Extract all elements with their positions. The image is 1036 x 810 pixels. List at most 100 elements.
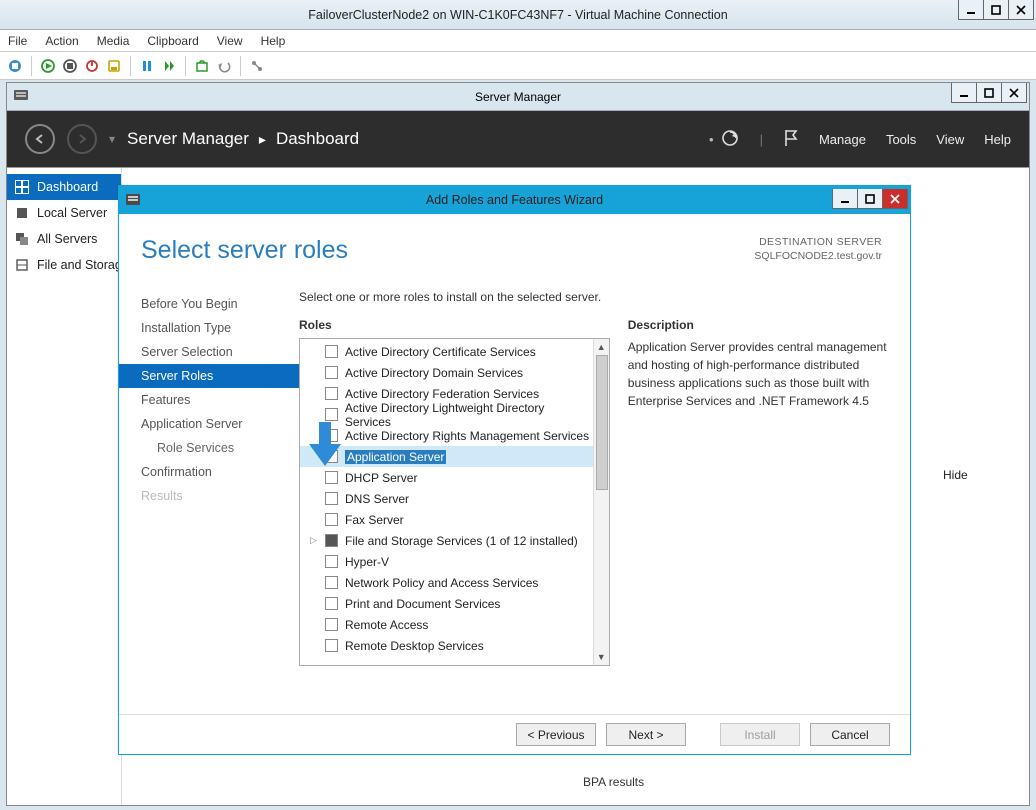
wizard-step[interactable]: Confirmation — [119, 460, 299, 484]
role-row[interactable]: Network Policy and Access Services — [300, 572, 593, 593]
menu-help[interactable]: Help — [261, 34, 286, 48]
breadcrumb-page: Dashboard — [276, 129, 359, 149]
turn-off-icon[interactable] — [61, 57, 79, 75]
destination-label: DESTINATION SERVER — [759, 236, 882, 248]
sidebar-item-file-storage[interactable]: File and Storage Services — [7, 252, 121, 278]
sidebar-item-all-servers[interactable]: All Servers — [7, 226, 121, 252]
menu-action[interactable]: Action — [45, 34, 78, 48]
role-checkbox[interactable] — [325, 387, 338, 400]
role-row[interactable]: Active Directory Domain Services — [300, 362, 593, 383]
role-row[interactable]: Active Directory Certificate Services — [300, 341, 593, 362]
back-button[interactable] — [25, 124, 55, 154]
roles-scrollbar[interactable]: ▲ ▼ — [593, 339, 609, 665]
cancel-button[interactable]: Cancel — [810, 723, 890, 746]
menu-tools[interactable]: Tools — [886, 132, 916, 147]
wizard-step[interactable]: Before You Begin — [119, 292, 299, 316]
minimize-button[interactable] — [958, 0, 984, 20]
server-manager-title: Server Manager — [475, 90, 561, 104]
description-label: Description — [628, 318, 898, 338]
pause-icon[interactable] — [138, 57, 156, 75]
refresh-icon[interactable] — [720, 128, 740, 151]
menu-media[interactable]: Media — [97, 34, 130, 48]
next-button[interactable]: Next > — [606, 723, 686, 746]
start-icon[interactable] — [39, 57, 57, 75]
install-button[interactable]: Install — [720, 723, 800, 746]
menu-clipboard[interactable]: Clipboard — [147, 34, 198, 48]
wizard-maximize-button[interactable] — [857, 189, 883, 209]
role-checkbox[interactable] — [325, 471, 338, 484]
scroll-up-button[interactable]: ▲ — [594, 339, 609, 355]
sidebar-item-label: Dashboard — [37, 180, 98, 194]
flag-icon[interactable] — [783, 128, 799, 151]
role-row[interactable]: Active Directory Lightweight Directory S… — [300, 404, 593, 425]
role-checkbox[interactable] — [325, 597, 338, 610]
sm-close-button[interactable] — [1001, 83, 1027, 103]
expand-caret-icon[interactable]: ▷ — [310, 535, 318, 546]
menu-help-top[interactable]: Help — [984, 132, 1011, 147]
close-button[interactable] — [1008, 0, 1034, 20]
wizard-step[interactable]: Server Roles — [119, 364, 299, 388]
hide-button[interactable]: Hide — [943, 468, 1003, 482]
breadcrumb-app[interactable]: Server Manager — [127, 129, 249, 149]
dropdown-caret-icon[interactable]: ▾ — [109, 132, 115, 146]
role-checkbox[interactable] — [325, 513, 338, 526]
roles-list[interactable]: Active Directory Certificate ServicesAct… — [300, 339, 593, 665]
wizard-titlebar[interactable]: Add Roles and Features Wizard — [119, 186, 910, 214]
role-row[interactable]: Active Directory Rights Management Servi… — [300, 425, 593, 446]
server-manager-titlebar[interactable]: Server Manager — [7, 83, 1029, 111]
role-row[interactable]: Application Server — [300, 446, 593, 467]
role-row[interactable]: DHCP Server — [300, 467, 593, 488]
role-row[interactable]: DNS Server — [300, 488, 593, 509]
menu-view[interactable]: View — [217, 34, 243, 48]
role-row[interactable]: Fax Server — [300, 509, 593, 530]
refresh-dropdown[interactable]: • — [709, 128, 740, 151]
share-icon[interactable] — [248, 57, 266, 75]
scrollbar-track[interactable] — [594, 355, 609, 649]
role-checkbox[interactable] — [325, 639, 338, 652]
shutdown-icon[interactable] — [83, 57, 101, 75]
sidebar-item-dashboard[interactable]: Dashboard — [7, 174, 121, 200]
wizard-title: Add Roles and Features Wizard — [426, 193, 603, 207]
ctrl-alt-del-icon[interactable] — [6, 57, 24, 75]
roles-listbox: Active Directory Certificate ServicesAct… — [299, 338, 610, 666]
reset-icon[interactable] — [160, 57, 178, 75]
role-checkbox[interactable] — [325, 534, 338, 547]
role-row[interactable]: Hyper-V — [300, 551, 593, 572]
wizard-step[interactable]: Installation Type — [119, 316, 299, 340]
menu-file[interactable]: File — [8, 34, 27, 48]
role-checkbox[interactable] — [325, 366, 338, 379]
previous-button[interactable]: < Previous — [516, 723, 596, 746]
wizard-step[interactable]: Features — [119, 388, 299, 412]
role-checkbox[interactable] — [325, 408, 338, 421]
vm-titlebar[interactable]: FailoverClusterNode2 on WIN-C1K0FC43NF7 … — [0, 0, 1036, 30]
role-label: Print and Document Services — [345, 597, 500, 611]
maximize-button[interactable] — [983, 0, 1009, 20]
revert-icon[interactable] — [215, 57, 233, 75]
role-label: Hyper-V — [345, 555, 389, 569]
scrollbar-thumb[interactable] — [596, 355, 608, 490]
sidebar-item-local-server[interactable]: Local Server — [7, 200, 121, 226]
role-checkbox[interactable] — [325, 555, 338, 568]
scroll-down-button[interactable]: ▼ — [594, 649, 609, 665]
role-checkbox[interactable] — [325, 618, 338, 631]
sm-maximize-button[interactable] — [976, 83, 1002, 103]
wizard-step[interactable]: Application Server — [119, 412, 299, 436]
sm-minimize-button[interactable] — [951, 83, 977, 103]
wizard-minimize-button[interactable] — [832, 189, 858, 209]
role-checkbox[interactable] — [325, 492, 338, 505]
menu-view-top[interactable]: View — [936, 132, 964, 147]
forward-button[interactable] — [67, 124, 97, 154]
role-row[interactable]: ▷File and Storage Services (1 of 12 inst… — [300, 530, 593, 551]
role-row[interactable]: Print and Document Services — [300, 593, 593, 614]
role-checkbox[interactable] — [325, 345, 338, 358]
menu-manage[interactable]: Manage — [819, 132, 866, 147]
save-icon[interactable] — [105, 57, 123, 75]
storage-icon — [15, 258, 29, 272]
role-checkbox[interactable] — [325, 576, 338, 589]
wizard-step[interactable]: Role Services — [119, 436, 299, 460]
wizard-step[interactable]: Server Selection — [119, 340, 299, 364]
snapshot-icon[interactable] — [193, 57, 211, 75]
role-row[interactable]: Remote Desktop Services — [300, 635, 593, 656]
role-row[interactable]: Remote Access — [300, 614, 593, 635]
wizard-close-button[interactable] — [882, 189, 908, 209]
